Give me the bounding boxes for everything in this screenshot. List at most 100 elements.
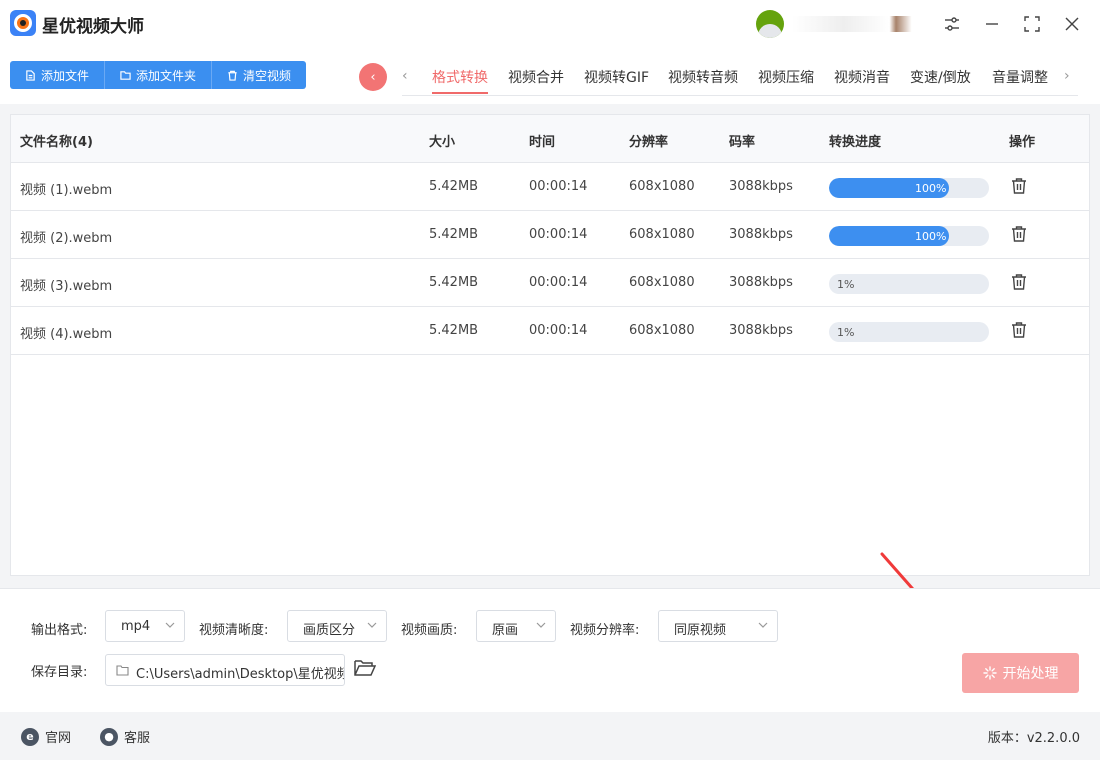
cell-bitrate: 3088kbps [729, 275, 793, 290]
quality-select[interactable]: 原画 [476, 610, 556, 642]
tab-volume-adjust[interactable]: 音量调整 [992, 67, 1048, 87]
add-folder-label: 添加文件夹 [136, 68, 197, 83]
cell-size: 5.42MB [429, 323, 479, 338]
app-logo-icon [10, 10, 36, 36]
add-file-label: 添加文件 [41, 68, 90, 83]
progress-label: 100% [915, 230, 947, 243]
output-format-select[interactable]: mp4 [105, 610, 185, 642]
file-button-group: 添加文件 添加文件夹 清空视频 [10, 61, 307, 89]
cell-time: 00:00:14 [529, 323, 588, 338]
table-row[interactable]: 视频 (4).webm 5.42MB 00:00:14 608x1080 3088kbp… [11, 307, 1089, 355]
cell-resolution: 608x1080 [629, 323, 695, 338]
tab-video-merge[interactable]: 视频合并 [508, 67, 564, 87]
active-tab-indicator [432, 92, 488, 94]
cell-resolution: 608x1080 [629, 227, 695, 242]
save-dir-label: 保存目录: [31, 665, 88, 680]
save-dir-value: C:\Users\admin\Desktop\星优视频 [136, 667, 345, 682]
customer-service-label: 客服 [124, 731, 151, 746]
tab-video-compress[interactable]: 视频压缩 [758, 67, 814, 87]
tabs-scroll-right-icon[interactable]: › [1064, 68, 1070, 84]
clarity-select[interactable]: 画质区分 [287, 610, 387, 642]
maximize-icon[interactable] [1020, 12, 1044, 36]
tab-video-to-audio[interactable]: 视频转音频 [668, 67, 738, 87]
tabs-scroll-left-icon[interactable]: ‹ [402, 68, 408, 84]
folder-icon [120, 70, 131, 80]
clarity-value: 画质区分 [303, 623, 356, 638]
collapse-left-icon[interactable]: ‹ [359, 63, 387, 91]
cell-file-name: 视频 (3).webm [20, 279, 113, 294]
delete-trash-icon[interactable] [1010, 225, 1028, 243]
delete-trash-icon[interactable] [1010, 321, 1028, 339]
tab-speed-reverse[interactable]: 变速/倒放 [910, 67, 971, 87]
tab-video-mute[interactable]: 视频消音 [834, 67, 890, 87]
cell-time: 00:00:14 [529, 275, 588, 290]
cell-bitrate: 3088kbps [729, 227, 793, 242]
col-header-resolution: 分辨率 [629, 135, 669, 150]
resolution-select[interactable]: 同原视频 [658, 610, 778, 642]
conversion-progress-bar: 1% [829, 274, 989, 294]
official-site-label: 官网 [45, 731, 72, 746]
user-name-redacted [792, 16, 922, 32]
settings-sliders-icon[interactable] [940, 12, 964, 36]
tab-video-to-gif[interactable]: 视频转GIF [584, 67, 649, 87]
version-text: 版本：v2.2.0.0 [987, 731, 1080, 746]
cell-size: 5.42MB [429, 227, 479, 242]
cell-size: 5.42MB [429, 179, 479, 194]
col-header-name: 文件名称(4) [20, 135, 93, 150]
customer-service-link[interactable]: ● 客服 [100, 727, 150, 746]
official-site-link[interactable]: e 官网 [21, 727, 71, 746]
col-header-size: 大小 [429, 135, 456, 150]
progress-label: 100% [915, 182, 947, 195]
progress-label: 1% [837, 326, 855, 339]
chevron-down-icon [367, 622, 377, 628]
loading-spinner-icon [982, 666, 997, 680]
cell-resolution: 608x1080 [629, 275, 695, 290]
user-account[interactable] [756, 10, 926, 38]
table-header: 文件名称(4) 大小 时间 分辨率 码率 转换进度 操作 [11, 115, 1089, 163]
chat-bubble-icon: ● [100, 727, 118, 746]
cell-bitrate: 3088kbps [729, 323, 793, 338]
folder-icon [116, 665, 129, 676]
resolution-value: 同原视频 [674, 623, 727, 638]
minimize-icon[interactable] [980, 12, 1004, 36]
progress-label: 1% [837, 278, 855, 291]
output-format-value: mp4 [121, 619, 151, 634]
add-file-button[interactable]: 添加文件 [10, 61, 106, 89]
chevron-down-icon [536, 622, 546, 628]
start-processing-button[interactable]: 开始处理 [962, 653, 1079, 693]
cell-resolution: 608x1080 [629, 179, 695, 194]
quality-value: 原画 [492, 623, 519, 638]
chevron-down-icon [165, 622, 175, 628]
table-row[interactable]: 视频 (1).webm 5.42MB 00:00:14 608x1080 3088kbp… [11, 163, 1089, 211]
avatar[interactable] [756, 10, 784, 38]
table-row[interactable]: 视频 (2).webm 5.42MB 00:00:14 608x1080 3088kbp… [11, 211, 1089, 259]
clarity-label: 视频清晰度: [199, 623, 269, 638]
col-header-time: 时间 [529, 135, 556, 150]
cell-bitrate: 3088kbps [729, 179, 793, 194]
save-dir-input[interactable]: C:\Users\admin\Desktop\星优视频 [105, 654, 345, 686]
cell-file-name: 视频 (4).webm [20, 327, 113, 342]
delete-trash-icon[interactable] [1010, 177, 1028, 195]
output-format-label: 输出格式: [31, 623, 88, 638]
close-icon[interactable] [1060, 12, 1084, 36]
add-folder-button[interactable]: 添加文件夹 [105, 61, 213, 89]
tabs-divider [402, 95, 1078, 96]
tab-format-convert[interactable]: 格式转换 [432, 67, 488, 87]
delete-trash-icon[interactable] [1010, 273, 1028, 291]
table-row[interactable]: 视频 (3).webm 5.42MB 00:00:14 608x1080 3088kbp… [11, 259, 1089, 307]
conversion-progress-bar: 100% [829, 226, 989, 246]
conversion-progress-bar: 1% [829, 322, 989, 342]
chevron-down-icon [758, 622, 768, 628]
file-table: 文件名称(4) 大小 时间 分辨率 码率 转换进度 操作 视频 (1).webm… [10, 114, 1090, 576]
cell-time: 00:00:14 [529, 227, 588, 242]
open-folder-icon[interactable] [354, 658, 376, 678]
cell-size: 5.42MB [429, 275, 479, 290]
cell-time: 00:00:14 [529, 179, 588, 194]
col-header-progress: 转换进度 [829, 135, 882, 150]
title-bar: 星优视频大师 [0, 0, 1100, 48]
output-settings-panel: 输出格式: mp4 视频清晰度: 画质区分 视频画质: 原画 视频分辨率: 同原… [0, 588, 1100, 712]
clear-videos-button[interactable]: 清空视频 [212, 61, 306, 89]
cell-file-name: 视频 (1).webm [20, 183, 113, 198]
start-processing-label: 开始处理 [1002, 666, 1059, 682]
feature-tabs: ‹ 格式转换 视频合并 视频转GIF 视频转音频 视频压缩 视频消音 变速/倒放… [398, 48, 1078, 96]
